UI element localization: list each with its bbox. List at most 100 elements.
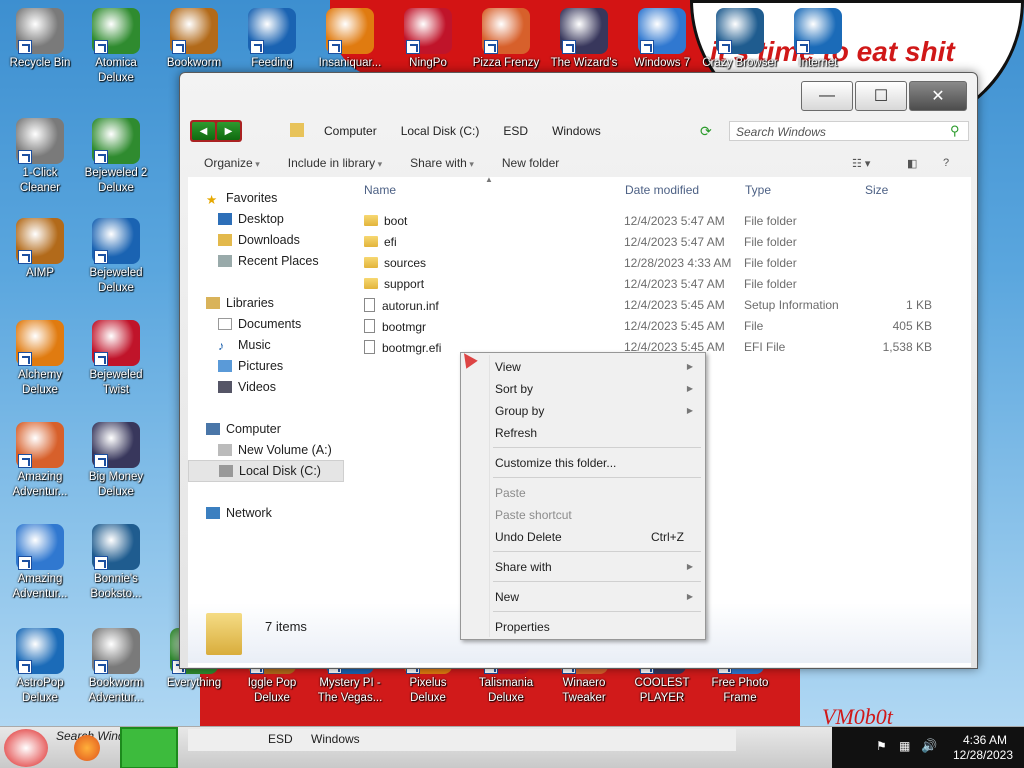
file-row[interactable]: efi 12/4/2023 5:47 AM File folder xyxy=(360,231,940,252)
menu-share-with[interactable]: Share with xyxy=(495,560,552,574)
desktop-icon-shortcut[interactable]: Bookworm xyxy=(156,8,232,71)
desktop-icon-shortcut[interactable]: Internet xyxy=(780,8,856,71)
firefox-icon[interactable] xyxy=(74,735,100,761)
nav-network[interactable]: Network xyxy=(206,506,272,520)
desktop-icon-shortcut[interactable]: AIMP xyxy=(2,218,78,281)
menu-new[interactable]: New xyxy=(495,590,519,604)
app-icon xyxy=(16,218,64,264)
organize-button[interactable]: Organize xyxy=(190,156,274,170)
file-row[interactable]: bootmgr 12/4/2023 5:45 AM File 405 KB xyxy=(360,315,940,336)
taskbar: Search Wind ESD Windows ⚑ ▦ 🔊 4:36 AM 12… xyxy=(0,726,1024,768)
start-button[interactable] xyxy=(4,729,48,767)
share-with-button[interactable]: Share with xyxy=(396,156,488,170)
new-folder-button[interactable]: New folder xyxy=(488,156,573,170)
include-in-library-button[interactable]: Include in library xyxy=(274,156,396,170)
action-center-icon[interactable]: ⚑ xyxy=(876,739,887,753)
nav-favorites[interactable]: ★ Favorites xyxy=(206,191,277,207)
desktop-icon-shortcut[interactable]: Atomica Deluxe xyxy=(78,8,154,86)
menu-paste-shortcut[interactable]: Paste shortcut xyxy=(495,508,572,522)
col-type[interactable]: Type xyxy=(745,183,771,197)
shortcut-arrow-icon xyxy=(640,40,654,54)
file-size: 405 KB xyxy=(892,319,932,333)
desktop-icon-shortcut[interactable]: Feeding xyxy=(234,8,310,71)
app-icon xyxy=(248,8,296,54)
desktop-icon-shortcut[interactable]: Bejeweled Deluxe xyxy=(78,218,154,296)
menu-group-by[interactable]: Group by xyxy=(495,404,544,418)
file-row[interactable]: sources 12/28/2023 4:33 AM File folder xyxy=(360,252,940,273)
close-button[interactable]: ✕ xyxy=(909,81,967,111)
back-icon[interactable]: ◀ xyxy=(192,122,215,140)
nav-new-volume-a[interactable]: New Volume (A:) xyxy=(218,443,332,457)
file-row[interactable]: support 12/4/2023 5:47 AM File folder xyxy=(360,273,940,294)
desktop-icon-label: Internet xyxy=(798,57,838,69)
menu-sort-by[interactable]: Sort by xyxy=(495,382,533,396)
col-name[interactable]: Name xyxy=(364,183,396,197)
nav-desktop[interactable]: Desktop xyxy=(218,212,284,226)
file-type: File folder xyxy=(744,214,797,228)
breadcrumb-computer[interactable]: Computer xyxy=(312,124,389,138)
refresh-icon[interactable]: ⟳ xyxy=(700,123,712,140)
file-row[interactable]: boot 12/4/2023 5:47 AM File folder xyxy=(360,210,940,231)
nav-videos[interactable]: Videos xyxy=(218,380,276,394)
menu-separator xyxy=(493,447,701,448)
menu-properties[interactable]: Properties xyxy=(495,620,550,634)
desktop-icon-shortcut[interactable]: The Wizard's xyxy=(546,8,622,71)
col-date[interactable]: Date modified xyxy=(625,183,699,197)
desktop-icon-shortcut[interactable]: Bonnie's Booksto... xyxy=(78,524,154,602)
app-icon xyxy=(92,218,140,264)
menu-undo-delete[interactable]: Undo Delete xyxy=(495,530,562,544)
desktop-icon-shortcut[interactable]: Pizza Frenzy xyxy=(468,8,544,71)
search-icon[interactable]: ⚲ xyxy=(950,123,960,139)
desktop-icon-shortcut[interactable]: AstroPop Deluxe xyxy=(2,628,78,706)
desktop-icon-shortcut[interactable]: Crazy Browser xyxy=(702,8,778,71)
desktop-icon-shortcut[interactable]: 1-Click Cleaner xyxy=(2,118,78,196)
folder-icon xyxy=(364,215,378,226)
nav-local-disk-c[interactable]: Local Disk (C:) xyxy=(188,460,344,482)
desktop-icon-shortcut[interactable]: Big Money Deluxe xyxy=(78,422,154,500)
menu-customize-folder[interactable]: Customize this folder... xyxy=(495,456,616,470)
breadcrumb-windows[interactable]: Windows xyxy=(540,124,613,138)
desktop-icon-shortcut[interactable]: Amazing Adventur... xyxy=(2,422,78,500)
breadcrumb-local-disk[interactable]: Local Disk (C:) xyxy=(389,124,492,138)
nav-libraries[interactable]: Libraries xyxy=(206,296,274,310)
app-icon xyxy=(170,8,218,54)
help-icon[interactable]: ? xyxy=(943,157,949,169)
nav-downloads[interactable]: Downloads xyxy=(218,233,300,247)
desktop-icon-shortcut[interactable]: Insaniquar... xyxy=(312,8,388,71)
nav-computer[interactable]: Computer xyxy=(206,422,281,436)
taskbar-crumb-esd[interactable]: ESD xyxy=(268,732,293,746)
forward-icon[interactable]: ▶ xyxy=(217,122,240,140)
desktop-icon-shortcut[interactable]: NingPo xyxy=(390,8,466,71)
nav-documents[interactable]: Documents xyxy=(218,317,301,331)
menu-refresh[interactable]: Refresh xyxy=(495,426,537,440)
network-tray-icon[interactable]: ▦ xyxy=(899,739,910,753)
menu-view[interactable]: View xyxy=(495,360,521,374)
preview-pane-icon[interactable]: ◧ xyxy=(907,157,917,170)
desktop-icon-shortcut[interactable]: Bejeweled Twist xyxy=(78,320,154,398)
desktop-icon-shortcut[interactable]: Alchemy Deluxe xyxy=(2,320,78,398)
desktop-icon-label: Pixelus Deluxe xyxy=(409,677,447,704)
breadcrumb-esd[interactable]: ESD xyxy=(491,124,540,138)
clock-time[interactable]: 4:36 AM xyxy=(955,733,1015,747)
desktop-icon-shortcut[interactable]: Bejeweled 2 Deluxe xyxy=(78,118,154,196)
search-input[interactable]: Search Windows xyxy=(729,121,969,141)
taskbar-crumb-windows[interactable]: Windows xyxy=(311,732,360,746)
file-row[interactable]: autorun.inf 12/4/2023 5:45 AM Setup Inform… xyxy=(360,294,940,315)
maximize-button[interactable]: ☐ xyxy=(855,81,907,111)
volume-icon[interactable]: 🔊 xyxy=(921,738,937,754)
nav-recent-places[interactable]: Recent Places xyxy=(218,254,319,268)
desktop-icon-shortcut[interactable]: Recycle Bin xyxy=(2,8,78,71)
file-date: 12/4/2023 5:47 AM xyxy=(624,277,725,291)
breadcrumb[interactable]: Computer Local Disk (C:) ESD Windows xyxy=(312,119,752,143)
desktop-icon-shortcut[interactable]: Amazing Adventur... xyxy=(2,524,78,602)
menu-paste[interactable]: Paste xyxy=(495,486,526,500)
view-options-icon[interactable]: ☷ ▾ xyxy=(852,157,870,170)
clock-date[interactable]: 12/28/2023 xyxy=(946,748,1020,762)
nav-pictures[interactable]: Pictures xyxy=(218,359,283,373)
minimize-button[interactable]: — xyxy=(801,81,853,111)
col-size[interactable]: Size xyxy=(865,183,888,197)
explorer-taskbar-button[interactable] xyxy=(120,727,178,768)
nav-music[interactable]: ♪ Music xyxy=(218,338,271,353)
desktop-icon-shortcut[interactable]: Windows 7 xyxy=(624,8,700,71)
desktop-icon-shortcut[interactable]: Bookworm Adventur... xyxy=(78,628,154,706)
